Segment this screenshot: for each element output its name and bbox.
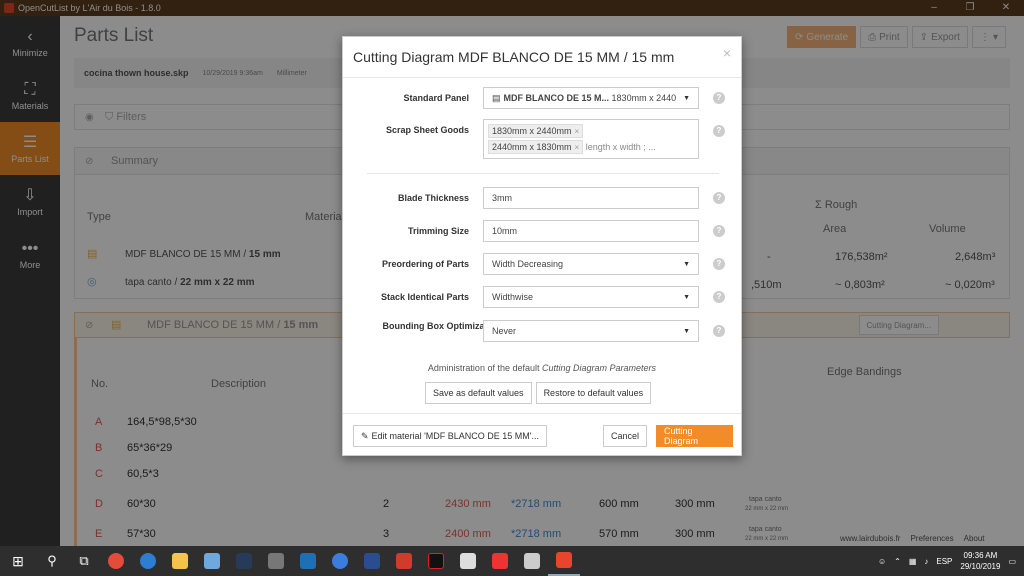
- bounding-box-select[interactable]: Never ▼: [483, 320, 699, 342]
- stack-identical-label: Stack Identical Parts: [380, 292, 469, 302]
- preordering-select[interactable]: Width Decreasing ▼: [483, 253, 699, 275]
- network-icon[interactable]: ▦: [909, 557, 917, 566]
- help-icon[interactable]: ?: [713, 291, 725, 303]
- mail-tray-icon[interactable]: [516, 546, 548, 576]
- file-explorer-icon[interactable]: [164, 546, 196, 576]
- admin-defaults-text: Administration of the default Cutting Di…: [427, 363, 657, 373]
- windows-start-icon[interactable]: ⊞: [0, 553, 36, 570]
- windows-taskbar: ⊞ ⚲ ⧉ ☺ ⌃ ▦ ♪ ESP 09:36 AM 29/10/2019 ▭: [0, 546, 1024, 576]
- trimming-size-label: Trimming Size: [407, 226, 469, 236]
- caret-down-icon: ▼: [683, 293, 690, 301]
- edge-icon[interactable]: [132, 546, 164, 576]
- scrap-sheet-goods-input[interactable]: 1830mm x 2440mm × 2440mm x 1830mm × length…: [483, 119, 699, 159]
- standard-panel-select[interactable]: ▤ MDF BLANCO DE 15 M... 1830mm x 2440 ▼: [483, 87, 699, 109]
- help-icon[interactable]: ?: [713, 92, 725, 104]
- chrome-icon[interactable]: [100, 546, 132, 576]
- people-icon[interactable]: ☺: [878, 557, 886, 566]
- remove-tag-icon[interactable]: ×: [575, 127, 580, 136]
- clock[interactable]: 09:36 AM 29/10/2019: [960, 550, 1000, 572]
- sketchup-icon[interactable]: [292, 546, 324, 576]
- volume-icon[interactable]: ♪: [924, 557, 928, 566]
- preordering-label: Preordering of Parts: [381, 259, 469, 269]
- help-icon[interactable]: ?: [713, 225, 725, 237]
- calculator-icon[interactable]: [260, 546, 292, 576]
- help-icon[interactable]: ?: [713, 192, 725, 204]
- caret-down-icon: ▼: [683, 327, 690, 335]
- scrap-tag: 2440mm x 1830mm ×: [488, 140, 584, 154]
- chrome-alt-icon[interactable]: [324, 546, 356, 576]
- scrap-tag: 1830mm x 2440mm ×: [488, 124, 584, 138]
- dialog-title: Cutting Diagram MDF BLANCO DE 15 MM / 15…: [353, 49, 675, 65]
- chevron-up-icon[interactable]: ⌃: [894, 557, 901, 566]
- mail-icon[interactable]: [196, 546, 228, 576]
- scrap-placeholder: length x width ; ...: [585, 142, 656, 152]
- scrap-sheet-goods-label: Scrap Sheet Goods: [385, 125, 469, 135]
- task-view-icon[interactable]: ⧉: [68, 546, 100, 576]
- photoshop-icon[interactable]: [228, 546, 260, 576]
- cutting-diagram-submit-button[interactable]: Cutting Diagram: [656, 425, 733, 447]
- help-icon[interactable]: ?: [713, 258, 725, 270]
- standard-panel-label: Standard Panel: [403, 93, 469, 103]
- language-indicator[interactable]: ESP: [936, 557, 952, 566]
- help-icon[interactable]: ?: [713, 125, 725, 137]
- sketchup-active-icon[interactable]: [548, 546, 580, 576]
- trimming-size-input[interactable]: 10mm: [483, 220, 699, 242]
- save-default-button[interactable]: Save as default values: [425, 382, 532, 404]
- restore-default-button[interactable]: Restore to default values: [535, 382, 652, 404]
- netflix-icon[interactable]: [420, 546, 452, 576]
- app-blue-icon[interactable]: [356, 546, 388, 576]
- sheet-good-icon: ▤: [492, 92, 501, 103]
- caret-down-icon: ▼: [683, 94, 690, 102]
- help-icon[interactable]: ?: [713, 325, 725, 337]
- notifications-icon[interactable]: ▭: [1008, 557, 1016, 566]
- search-icon[interactable]: ⚲: [36, 546, 68, 576]
- edit-material-button[interactable]: ✎ Edit material 'MDF BLANCO DE 15 MM'...: [353, 425, 548, 447]
- blade-thickness-label: Blade Thickness: [397, 193, 469, 203]
- blade-thickness-input[interactable]: 3mm: [483, 187, 699, 209]
- store-icon[interactable]: [452, 546, 484, 576]
- edit-icon: ✎: [361, 430, 369, 441]
- autocad-icon[interactable]: [388, 546, 420, 576]
- close-icon[interactable]: ×: [723, 45, 731, 61]
- caret-down-icon: ▼: [683, 260, 690, 268]
- cancel-button[interactable]: Cancel: [603, 425, 648, 447]
- cutting-diagram-dialog: Cutting Diagram MDF BLANCO DE 15 MM / 15…: [342, 36, 742, 456]
- remove-tag-icon[interactable]: ×: [575, 143, 580, 152]
- media-player-icon[interactable]: [484, 546, 516, 576]
- stack-identical-select[interactable]: Widthwise ▼: [483, 286, 699, 308]
